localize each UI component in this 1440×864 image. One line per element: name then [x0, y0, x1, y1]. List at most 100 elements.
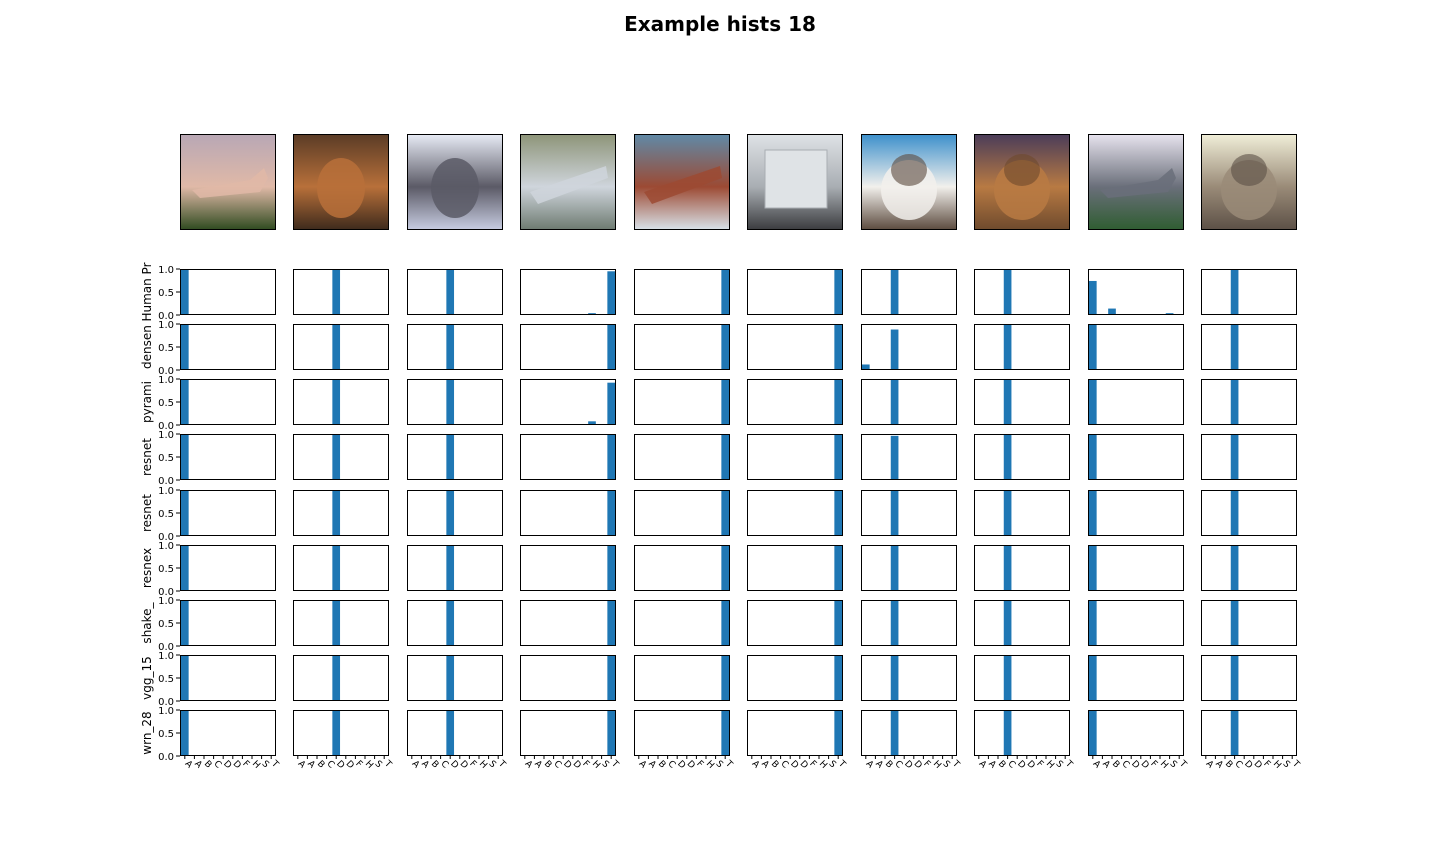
hist-bar	[607, 490, 616, 536]
hist-bar	[446, 545, 455, 591]
hist-panel: AABCDDFHST	[407, 710, 507, 771]
hist-panel: AABCDDFHST	[1201, 710, 1301, 771]
hist-axes-frame	[1201, 379, 1297, 425]
hist-bar	[446, 324, 455, 370]
hist-panel	[974, 269, 1070, 315]
hist-bar	[721, 379, 730, 425]
x-tick-label: F	[1261, 759, 1272, 770]
hist-bar	[1003, 545, 1012, 591]
x-tick-label: F	[807, 759, 818, 770]
hist-bar	[446, 269, 455, 315]
x-tick-label: F	[353, 759, 364, 770]
y-tick-label: 1.0	[158, 375, 174, 386]
hist-panel	[1201, 434, 1297, 480]
hist-axes-frame	[520, 600, 616, 646]
hist-bar	[890, 710, 899, 756]
y-tick-label: 0.5	[158, 619, 174, 630]
cat-head	[891, 154, 927, 186]
hist-bar	[834, 600, 843, 646]
hist-bar	[1088, 379, 1097, 425]
hist-bar	[834, 710, 843, 756]
hist-axes-frame	[861, 490, 957, 536]
hist-bar	[890, 269, 899, 315]
hist-panel	[293, 434, 389, 480]
hist-bar	[332, 324, 341, 370]
hist-bar	[890, 490, 899, 536]
hist-bar	[607, 324, 616, 370]
hist-axes-frame	[407, 434, 503, 480]
y-tick-label: 0.5	[158, 453, 174, 464]
x-tick-label: T	[1062, 758, 1074, 770]
hist-axes-frame	[1201, 324, 1297, 370]
hist-bar	[721, 600, 730, 646]
hist-bar	[1230, 324, 1239, 370]
row-label: resnet	[140, 438, 154, 476]
hist-bar	[332, 269, 341, 315]
hist-axes-frame	[180, 324, 276, 370]
x-tick-label: T	[608, 758, 620, 770]
hist-panel	[520, 655, 616, 701]
hist-panel	[293, 600, 389, 646]
hist-panel: AABCDDFHST	[520, 710, 620, 771]
hist-axes-frame	[293, 379, 389, 425]
hist-axes-frame	[293, 434, 389, 480]
hist-axes-frame	[861, 379, 957, 425]
hist-panel	[293, 379, 389, 425]
hist-bar	[446, 655, 455, 701]
hist-bar	[180, 269, 189, 315]
hist-panel	[1201, 324, 1297, 370]
hist-bar	[607, 545, 616, 591]
hist-bar	[834, 655, 843, 701]
hist-axes-frame	[634, 324, 730, 370]
cat-head	[1231, 154, 1267, 186]
hist-axes-frame	[634, 379, 730, 425]
hist-bar	[180, 600, 189, 646]
hist-axes-frame	[974, 655, 1070, 701]
hist-axes-frame	[520, 490, 616, 536]
hist-bar	[834, 379, 843, 425]
hist-bar	[1230, 655, 1239, 701]
x-tick-label: T	[949, 758, 961, 770]
hist-panel	[1201, 545, 1297, 591]
hist-axes-frame	[1201, 600, 1297, 646]
hist-axes-frame	[747, 379, 843, 425]
hist-bar	[607, 655, 616, 701]
hist-bar	[1230, 710, 1239, 756]
hist-bar	[890, 329, 899, 370]
hist-bar	[1230, 269, 1239, 315]
hist-axes-frame	[520, 324, 616, 370]
hist-panel: AABCDDFHST	[861, 710, 961, 771]
hist-panel: 0.00.51.0	[158, 265, 276, 322]
hist-panel	[747, 379, 843, 425]
hist-panel	[293, 269, 389, 315]
hist-axes-frame	[520, 269, 616, 315]
hist-panel	[974, 490, 1070, 536]
hist-panel	[520, 545, 616, 591]
hist-axes-frame	[407, 710, 503, 756]
hist-axes-frame	[861, 324, 957, 370]
hist-bar	[180, 379, 189, 425]
hist-panel	[520, 324, 616, 370]
hist-bar	[607, 600, 616, 646]
hist-panel	[1088, 545, 1184, 591]
x-tick-label: F	[1034, 759, 1045, 770]
hist-panel	[747, 434, 843, 480]
y-tick-label: 0.0	[158, 752, 174, 763]
y-tick-label: 0.5	[158, 509, 174, 520]
hist-axes-frame	[861, 269, 957, 315]
y-tick-label: 0.5	[158, 729, 174, 740]
hist-panel	[634, 434, 730, 480]
thumbnail-ship	[520, 134, 616, 230]
hist-axes-frame	[293, 324, 389, 370]
x-tick-label: T	[722, 758, 734, 770]
hist-axes-frame	[1201, 655, 1297, 701]
hist-bar	[1003, 434, 1012, 480]
hist-bar	[834, 490, 843, 536]
hist-axes-frame	[1088, 269, 1184, 315]
hist-axes-frame	[974, 379, 1070, 425]
hist-panel: AABCDDFHST	[293, 710, 393, 771]
hist-axes-frame	[634, 490, 730, 536]
hist-bar	[332, 600, 341, 646]
hist-panel	[747, 655, 843, 701]
hist-panel	[974, 379, 1070, 425]
